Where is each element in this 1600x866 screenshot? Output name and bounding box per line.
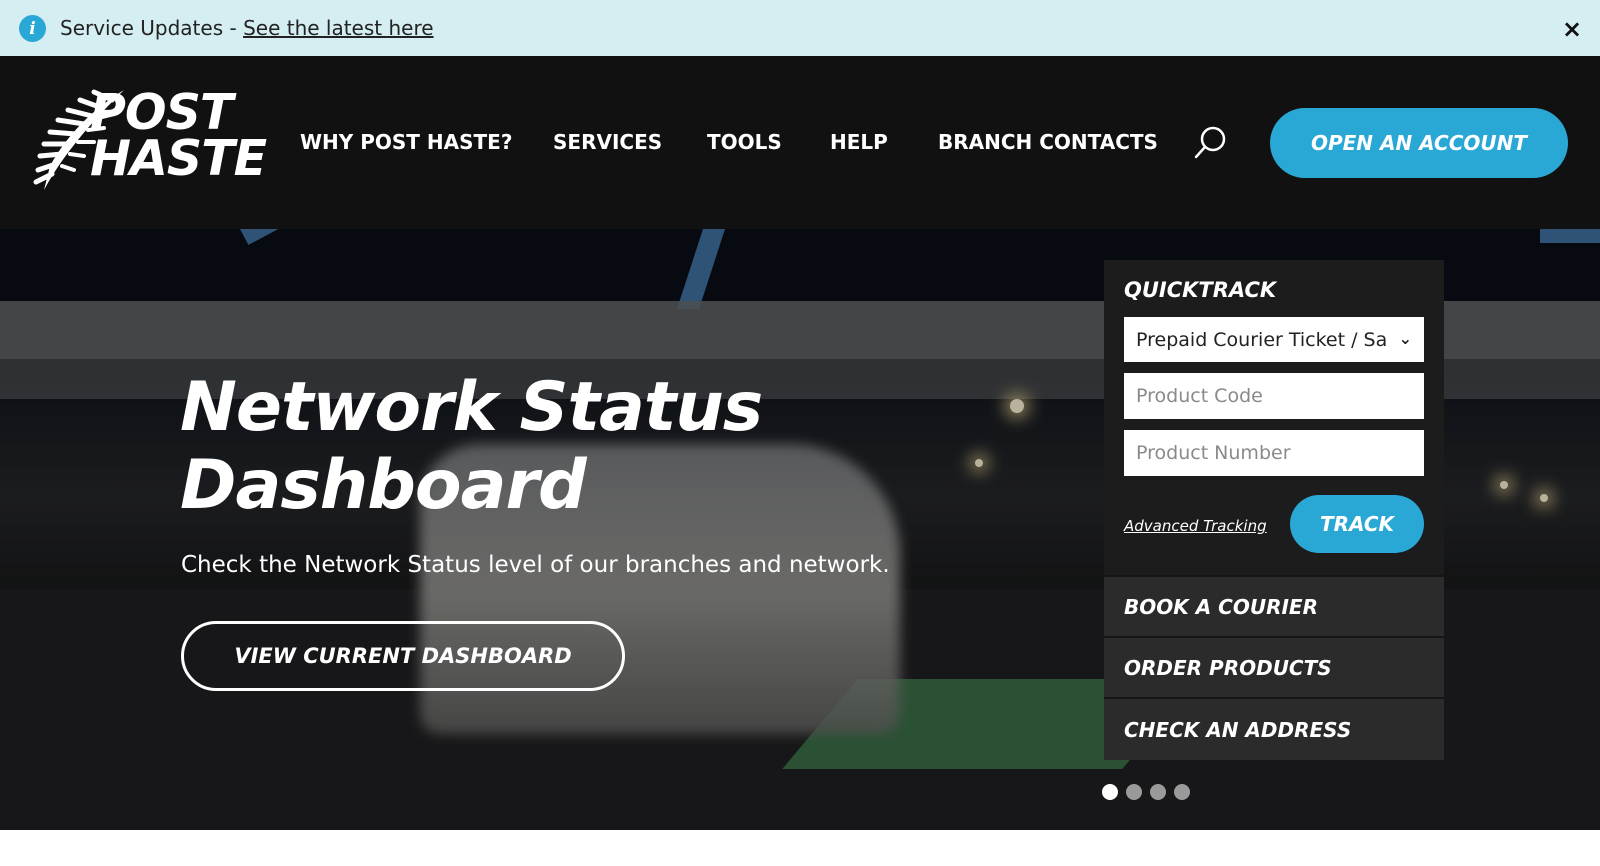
product-code-input[interactable]	[1124, 373, 1424, 419]
logo-line-haste: HASTE	[90, 130, 267, 187]
nav-branch-contacts[interactable]: BRANCH CONTACTS	[938, 130, 1158, 154]
nav-why-post-haste[interactable]: WHY POST HASTE?	[300, 130, 512, 154]
tracking-type-select[interactable]: Prepaid Courier Ticket / Satchel ⌄	[1124, 317, 1424, 362]
product-number-input[interactable]	[1124, 430, 1424, 476]
check-address-link[interactable]: CHECK AN ADDRESS	[1104, 697, 1444, 760]
service-alert-bar: i Service Updates - See the latest here …	[0, 0, 1600, 56]
order-products-link[interactable]: ORDER PRODUCTS	[1104, 636, 1444, 697]
alert-prefix: Service Updates -	[60, 16, 244, 40]
book-courier-link[interactable]: BOOK A COURIER	[1104, 575, 1444, 636]
nav-tools[interactable]: TOOLS	[707, 130, 782, 154]
carousel-dot-1[interactable]	[1102, 784, 1118, 800]
carousel-dot-2[interactable]	[1126, 784, 1142, 800]
hero-subtitle: Check the Network Status level of our br…	[181, 552, 890, 578]
open-account-button[interactable]: OPEN AN ACCOUNT	[1270, 108, 1568, 178]
alert-message: Service Updates - See the latest here	[60, 15, 434, 42]
carousel-dot-4[interactable]	[1174, 784, 1190, 800]
view-dashboard-button[interactable]: VIEW CURRENT DASHBOARD	[181, 621, 625, 691]
info-icon: i	[19, 15, 46, 42]
carousel-dots	[1102, 784, 1190, 800]
hero-title: Network Status Dashboard	[180, 368, 763, 525]
quicktrack-panel: QUICKTRACK Prepaid Courier Ticket / Satc…	[1104, 260, 1444, 760]
nav-help[interactable]: HELP	[830, 130, 888, 154]
hero-title-line1: Network Status	[180, 368, 763, 447]
close-icon[interactable]: ×	[1558, 15, 1586, 43]
logo-wordmark: POST HASTE	[90, 88, 267, 187]
site-header: POST HASTE WHY POST HASTE? SERVICES TOOL…	[0, 56, 1600, 229]
chevron-down-icon: ⌄	[1398, 329, 1412, 348]
search-icon[interactable]	[1193, 124, 1229, 160]
post-haste-logo[interactable]: POST HASTE	[32, 86, 292, 196]
alert-latest-link[interactable]: See the latest here	[243, 16, 434, 40]
tracking-type-value: Prepaid Courier Ticket / Satchel	[1136, 328, 1386, 351]
carousel-dot-3[interactable]	[1150, 784, 1166, 800]
quicktrack-title: QUICKTRACK	[1124, 278, 1277, 302]
nav-services[interactable]: SERVICES	[553, 130, 662, 154]
hero-title-line2: Dashboard	[180, 446, 587, 525]
advanced-tracking-link[interactable]: Advanced Tracking	[1124, 517, 1267, 535]
track-button[interactable]: TRACK	[1290, 495, 1424, 553]
